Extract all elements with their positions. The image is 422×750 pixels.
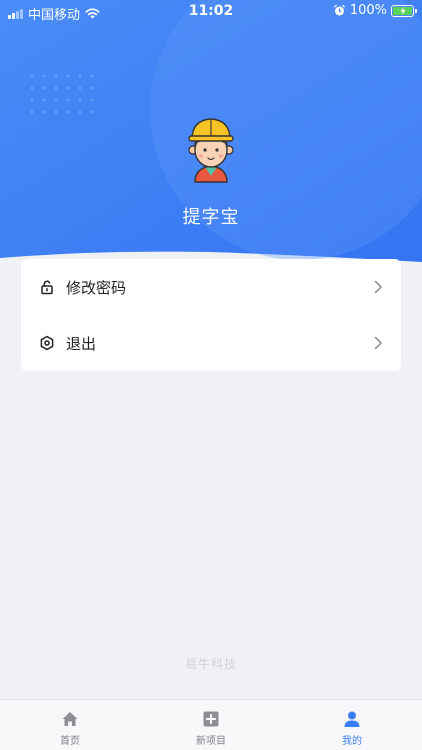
lock-icon bbox=[41, 280, 53, 295]
status-bar: 中国移动 11:02 100% bbox=[0, 0, 422, 24]
menu-item-change-password[interactable]: 修改密码 bbox=[21, 259, 401, 315]
alarm-icon bbox=[333, 4, 345, 16]
plus-square-icon bbox=[203, 711, 219, 727]
tab-new-project[interactable]: 新项目 bbox=[141, 700, 281, 750]
tab-mine[interactable]: 我的 bbox=[282, 700, 422, 750]
user-icon bbox=[344, 711, 360, 727]
chevron-right-icon bbox=[374, 336, 382, 350]
menu-item-label: 修改密码 bbox=[66, 278, 127, 297]
battery-icon bbox=[391, 4, 417, 17]
tab-bar: 首页 新项目 我的 bbox=[0, 699, 422, 750]
chevron-right-icon bbox=[374, 280, 382, 294]
tab-label: 新项目 bbox=[196, 736, 226, 747]
tab-label: 我的 bbox=[342, 736, 362, 747]
status-bar-right: 100% bbox=[333, 3, 417, 18]
tab-home[interactable]: 首页 bbox=[0, 700, 140, 750]
avatar[interactable] bbox=[181, 114, 241, 184]
worker-avatar-icon bbox=[188, 118, 234, 183]
brand-footer: 易牛科技 bbox=[184, 657, 237, 671]
menu-item-logout[interactable]: 退出 bbox=[21, 315, 401, 371]
menu-item-label: 退出 bbox=[66, 334, 97, 353]
menu-card: 修改密码 退出 bbox=[21, 259, 401, 371]
battery-percent: 100% bbox=[349, 3, 387, 18]
tab-label: 首页 bbox=[60, 736, 80, 747]
username: 提字宝 bbox=[182, 207, 240, 228]
home-icon bbox=[62, 712, 78, 726]
logout-hexagon-icon bbox=[40, 335, 54, 351]
